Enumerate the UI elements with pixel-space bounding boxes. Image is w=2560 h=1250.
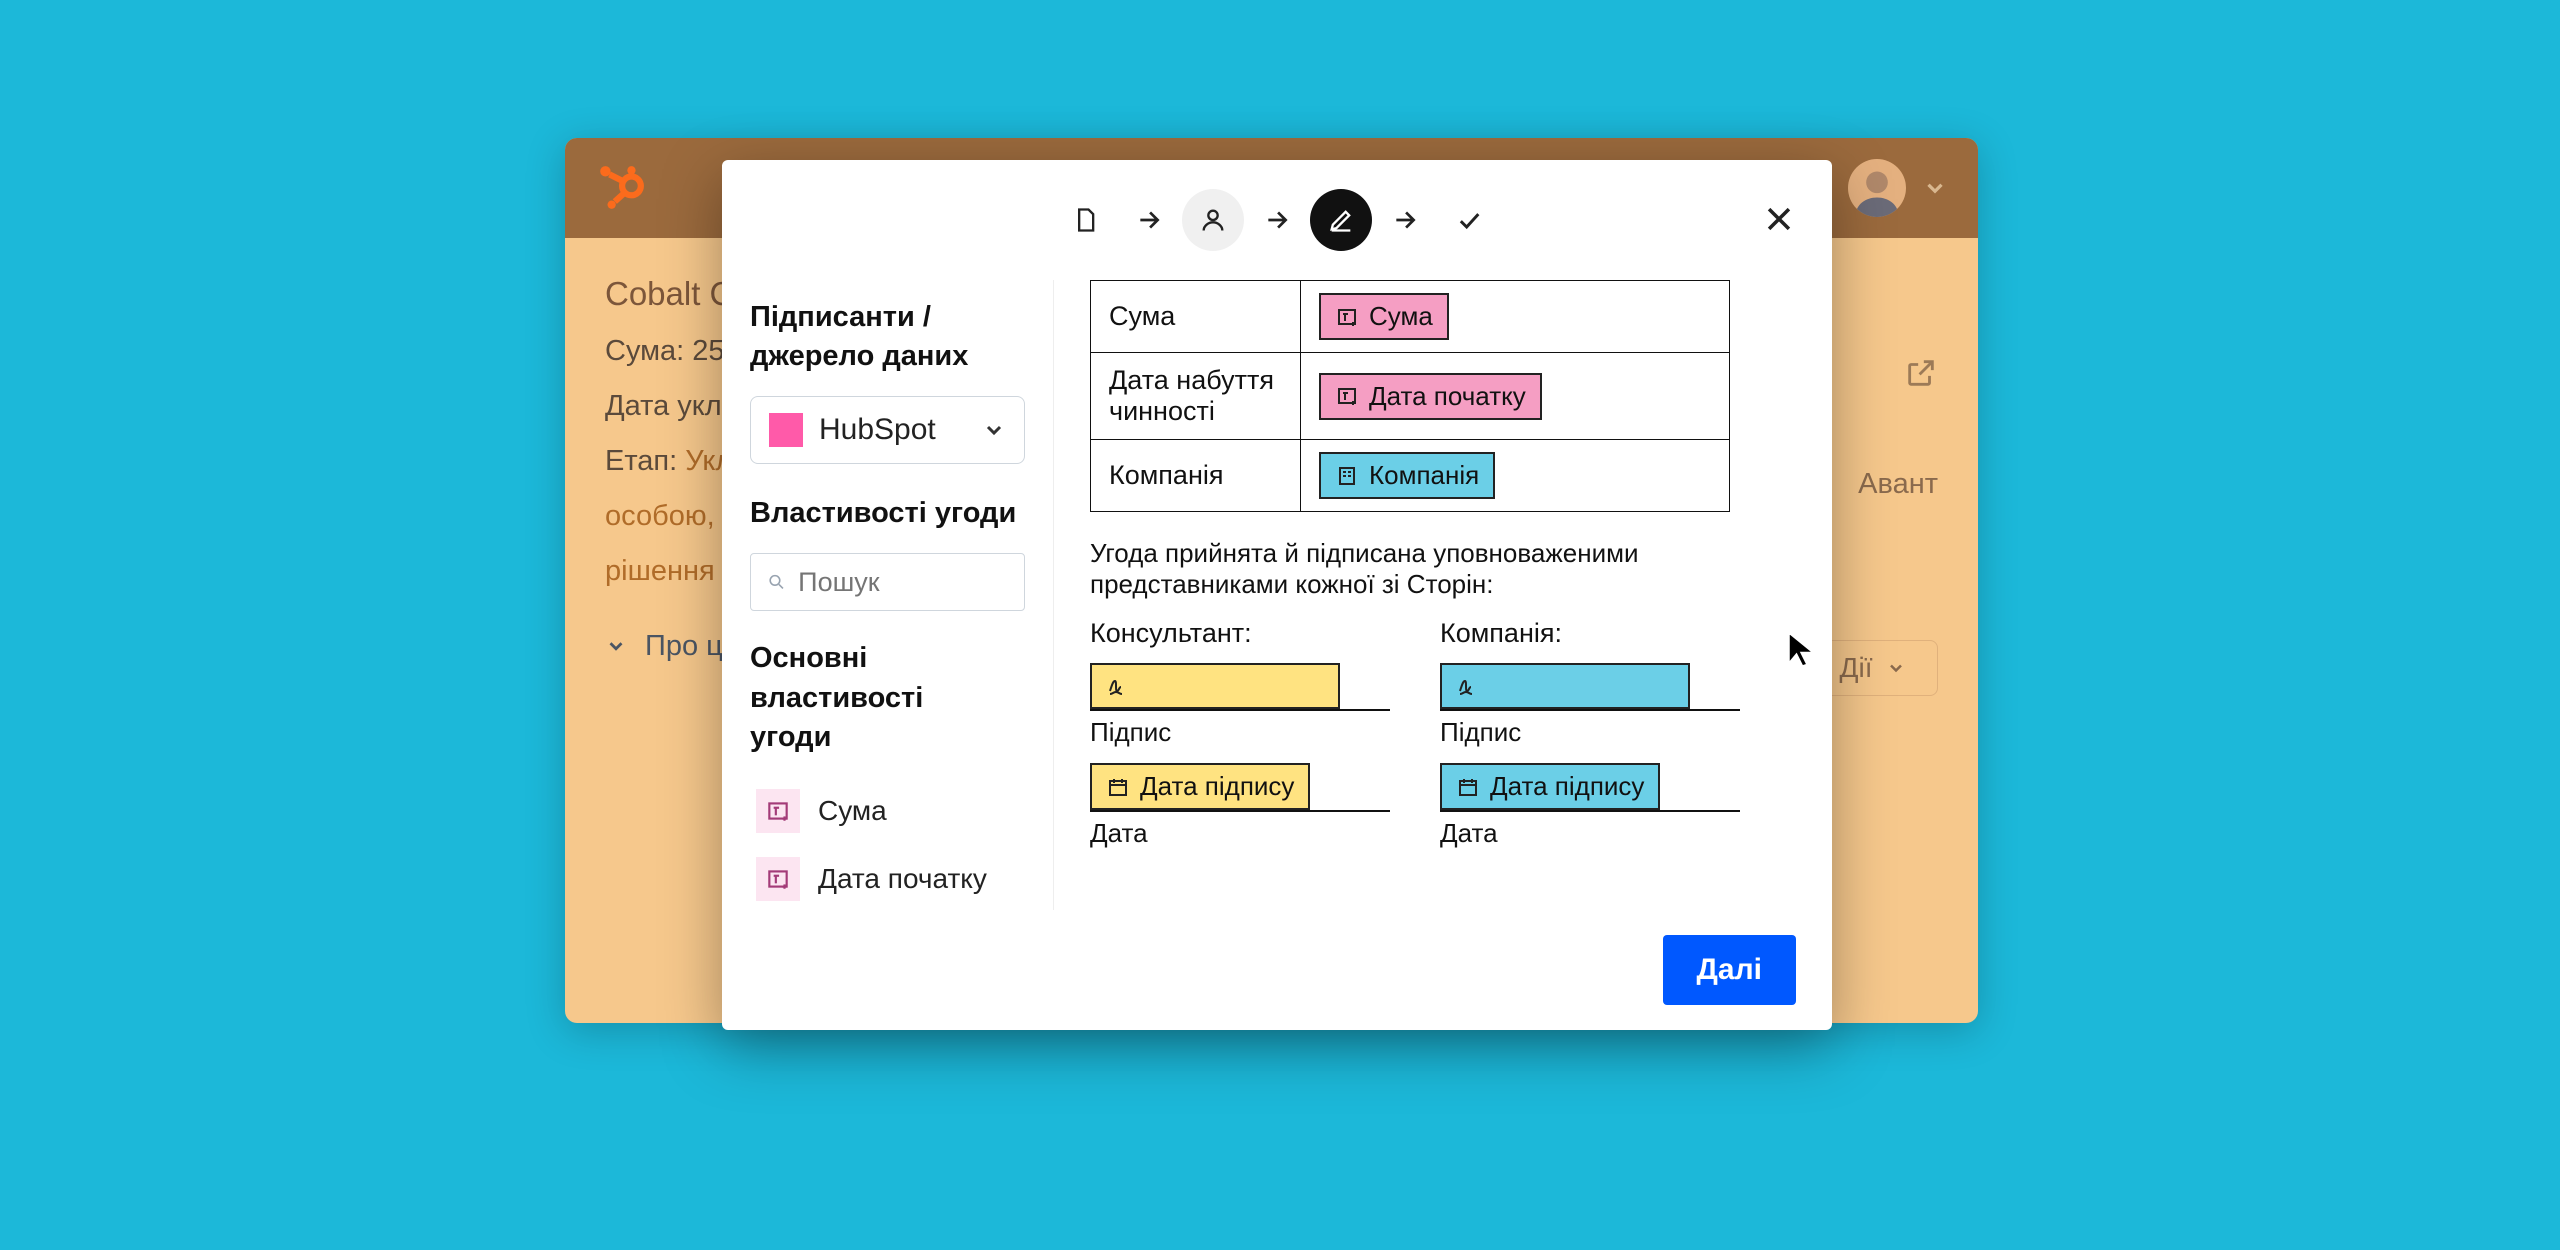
block-heading: Компанія:	[1440, 618, 1740, 649]
step-signer[interactable]	[1182, 189, 1244, 251]
term-label: Компанія	[1091, 440, 1301, 512]
signature-icon	[1456, 674, 1480, 698]
document-canvas[interactable]: Сума Сума Дата набуття чинності	[1054, 280, 1832, 910]
chevron-down-icon	[1922, 175, 1948, 201]
check-icon	[1455, 206, 1483, 234]
next-button[interactable]: Далі	[1663, 935, 1796, 1005]
sidebar: Підписанти / джерело даних HubSpot Власт…	[722, 280, 1054, 910]
property-label: Сума	[818, 795, 887, 827]
signature-blocks: Консультант: Підпис Дата підпису Дата	[1090, 618, 1796, 861]
step-done[interactable]	[1438, 189, 1500, 251]
main-properties-heading: Основні властивості угоди	[750, 639, 1025, 756]
arrow-right-icon	[1136, 207, 1162, 233]
field-tag-amount[interactable]: Сума	[1319, 293, 1449, 340]
document-icon	[1071, 206, 1099, 234]
under-label: Дата	[1090, 818, 1390, 849]
table-row: Дата набуття чинності Дата початку	[1091, 353, 1730, 440]
pencil-icon	[1327, 206, 1355, 234]
search-input-wrapper[interactable]	[750, 553, 1025, 611]
signature-field-company[interactable]	[1440, 663, 1690, 709]
date-field-company[interactable]: Дата підпису	[1440, 763, 1660, 810]
agreement-text: Угода прийнята й підписана уповноваженим…	[1090, 538, 1796, 600]
term-label: Сума	[1091, 281, 1301, 353]
chevron-down-icon	[605, 635, 627, 657]
chevron-down-icon	[1886, 658, 1906, 678]
text-field-icon	[765, 866, 791, 892]
signature-icon	[1106, 674, 1130, 698]
signer-source-select[interactable]: HubSpot	[750, 396, 1025, 464]
person-icon	[1199, 206, 1227, 234]
building-icon	[1335, 464, 1359, 488]
text-field-icon	[765, 798, 791, 824]
hubspot-logo-icon	[595, 163, 645, 213]
search-input[interactable]	[798, 567, 1008, 598]
date-field-consultant[interactable]: Дата підпису	[1090, 763, 1310, 810]
arrow-right-icon	[1264, 207, 1290, 233]
signer-source-value: HubSpot	[819, 413, 966, 447]
chevron-down-icon	[982, 418, 1006, 442]
property-label: Дата початку	[818, 863, 987, 895]
modal-footer: Далі	[722, 910, 1832, 1030]
under-label: Підпис	[1090, 717, 1390, 748]
signature-field-consultant[interactable]	[1090, 663, 1340, 709]
close-icon[interactable]	[1762, 202, 1796, 236]
under-label: Підпис	[1440, 717, 1740, 748]
terms-table: Сума Сума Дата набуття чинності	[1090, 280, 1730, 512]
calendar-icon	[1106, 775, 1130, 799]
field-tag-start-date[interactable]: Дата початку	[1319, 373, 1542, 420]
table-row: Сума Сума	[1091, 281, 1730, 353]
stepper	[722, 160, 1832, 280]
calendar-icon	[1456, 775, 1480, 799]
block-heading: Консультант:	[1090, 618, 1390, 649]
arrow-right-icon	[1392, 207, 1418, 233]
step-document[interactable]	[1054, 189, 1116, 251]
document-editor-modal: Підписанти / джерело даних HubSpot Власт…	[722, 160, 1832, 1030]
avant-text: Авант	[1858, 468, 1938, 501]
external-link-icon[interactable]	[1904, 356, 1938, 390]
user-menu[interactable]	[1848, 159, 1948, 217]
search-icon	[767, 571, 786, 593]
under-label: Дата	[1440, 818, 1740, 849]
text-field-icon	[1335, 384, 1359, 408]
company-block: Компанія: Підпис Дата підпису Дата	[1440, 618, 1740, 861]
field-tag-company[interactable]: Компанія	[1319, 452, 1495, 499]
table-row: Компанія Компанія	[1091, 440, 1730, 512]
deal-properties-heading: Властивості угоди	[750, 494, 1025, 533]
property-start-date[interactable]: Дата початку	[750, 845, 1025, 910]
text-field-icon	[1335, 305, 1359, 329]
consultant-block: Консультант: Підпис Дата підпису Дата	[1090, 618, 1390, 861]
property-amount[interactable]: Сума	[750, 777, 1025, 845]
term-label: Дата набуття чинності	[1091, 353, 1301, 440]
avatar	[1848, 159, 1906, 217]
step-edit[interactable]	[1310, 189, 1372, 251]
signer-color-swatch	[769, 413, 803, 447]
signers-heading: Підписанти / джерело даних	[750, 298, 1025, 376]
